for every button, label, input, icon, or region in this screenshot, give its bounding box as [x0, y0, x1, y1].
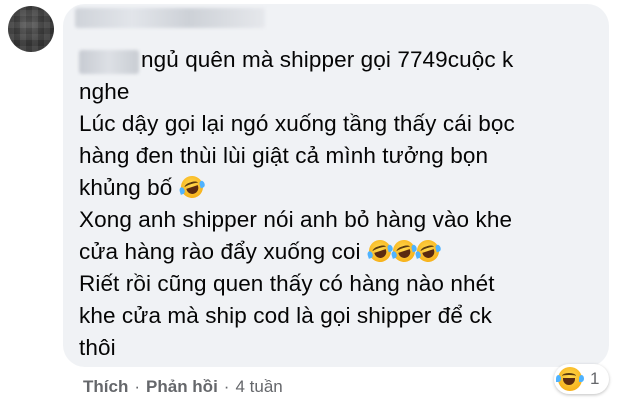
comment-line: hàng đen thùi lùi giật cả mình tưởng bọn	[79, 143, 489, 168]
comment-line: Lúc dậy gọi lại ngó xuống tầng thấy cái …	[79, 111, 515, 136]
reaction-count: 1	[590, 369, 600, 388]
avatar[interactable]	[8, 6, 54, 52]
comment-actions: Thích · Phản hồi · 4 tuần	[83, 377, 283, 397]
rolling-laughing-emoji-icon	[414, 237, 442, 265]
comment-line: nghe	[79, 79, 130, 104]
comment-line: khủng bố	[79, 175, 173, 200]
comment-line: khe cửa mà ship cod là gọi shipper để ck	[79, 303, 493, 328]
comment-line: thôi	[79, 335, 116, 360]
rolling-laughing-emoji-icon	[390, 237, 418, 265]
comment-line: ngủ quên mà shipper gọi 7749cuộc k	[141, 47, 514, 72]
rolling-laughing-emoji-icon	[366, 237, 394, 265]
comment-line: cửa hàng rào đẩy xuống coi	[79, 239, 361, 264]
comment-line: Riết rồi cũng quen thấy có hàng nào nhét	[79, 271, 495, 296]
rolling-laughing-emoji-icon	[177, 173, 206, 201]
comment-text: ngủ quên mà shipper gọi 7749cuộc k nghe …	[79, 44, 579, 364]
separator: ·	[223, 377, 230, 396]
comment-line: Xong anh shipper nói anh bỏ hàng vào khe	[79, 207, 513, 232]
commenter-name-redacted[interactable]	[75, 8, 265, 28]
laughing-emoji-icon	[556, 367, 584, 391]
like-button[interactable]: Thích	[83, 377, 128, 397]
separator: ·	[134, 377, 141, 396]
reaction-summary[interactable]: 1	[554, 364, 610, 394]
comment-timestamp[interactable]: 4 tuần	[235, 377, 282, 397]
reply-button[interactable]: Phản hồi	[146, 377, 218, 397]
